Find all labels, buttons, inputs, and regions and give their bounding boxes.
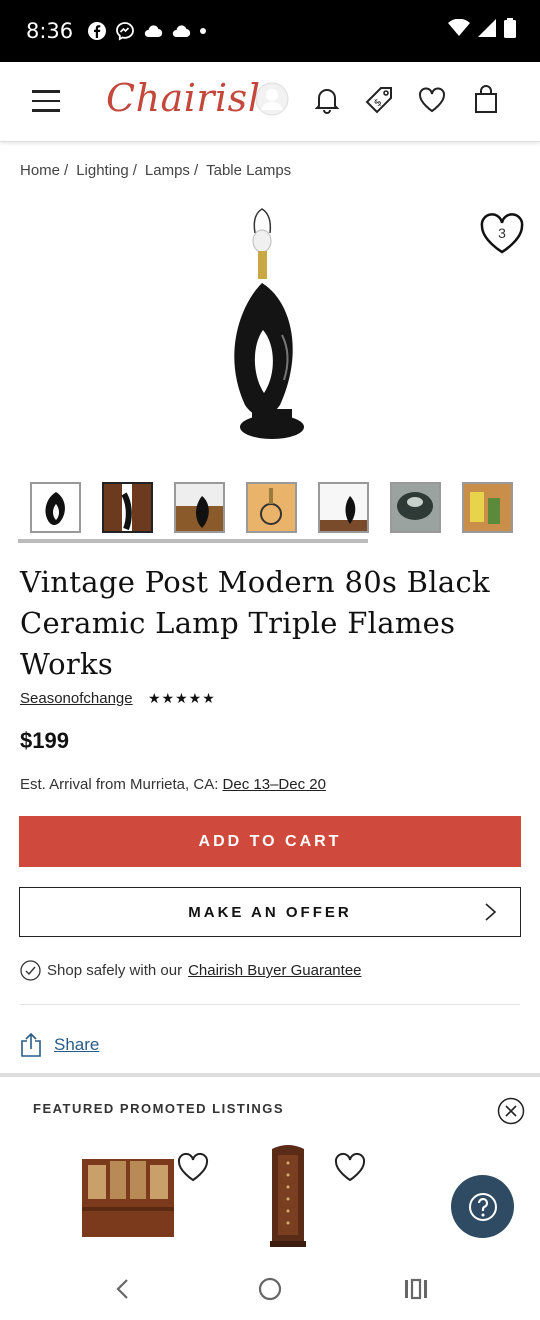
- cloud-icon: [172, 25, 191, 38]
- dot-icon: [200, 28, 207, 34]
- promoted-listings-panel: FEATURED PROMOTED LISTINGS: [0, 1073, 540, 1263]
- favorite-count: 3: [498, 225, 506, 241]
- promoted-listings-title: FEATURED PROMOTED LISTINGS: [33, 1101, 285, 1116]
- product-main-image[interactable]: [200, 205, 345, 450]
- checkmark-circle-icon: [20, 960, 41, 981]
- make-offer-button[interactable]: MAKE AN OFFER: [19, 887, 521, 937]
- product-price: $199: [20, 728, 69, 753]
- arrival-prefix: Est. Arrival from Murrieta, CA:: [20, 776, 219, 793]
- thumbnail[interactable]: [390, 482, 441, 533]
- wifi-icon: [448, 19, 470, 36]
- system-navigation-bar: [0, 1258, 540, 1320]
- share-label: Share: [54, 1035, 100, 1054]
- system-status-icons: [448, 18, 516, 38]
- share-button[interactable]: Share: [20, 1032, 99, 1058]
- chairish-logo[interactable]: Chairish: [106, 76, 273, 120]
- thumbnail-strip: [30, 482, 513, 533]
- shopping-bag-icon[interactable]: [470, 84, 502, 116]
- question-mark-icon: [468, 1192, 497, 1221]
- site-header: Chairish $: [0, 62, 540, 142]
- messenger-icon: [116, 22, 135, 41]
- promoted-item-jewelry-armoire-image[interactable]: [264, 1141, 312, 1251]
- share-icon: [21, 1032, 41, 1057]
- product-title: Vintage Post Modern 80s Black Ceramic La…: [20, 565, 490, 681]
- seller-link[interactable]: Seasonofchange: [20, 690, 133, 707]
- make-offer-label: MAKE AN OFFER: [188, 903, 352, 921]
- breadcrumb-lighting[interactable]: Lighting: [76, 162, 129, 179]
- seller-rating: ★★★★★: [148, 690, 216, 706]
- thumbnail[interactable]: [246, 482, 297, 533]
- signal-icon: [478, 19, 496, 37]
- promoted-item-cabinet-image[interactable]: [78, 1151, 178, 1239]
- close-icon[interactable]: [497, 1097, 525, 1125]
- battery-icon: [504, 18, 516, 38]
- arrival-date[interactable]: Dec 13–Dec 20: [223, 776, 326, 793]
- heart-icon[interactable]: [416, 84, 448, 116]
- buyer-guarantee-link[interactable]: Chairish Buyer Guarantee: [188, 962, 361, 979]
- help-button[interactable]: [451, 1175, 514, 1238]
- status-time: 8:36: [26, 19, 74, 43]
- notification-icons: [87, 21, 207, 41]
- divider: [20, 1004, 520, 1005]
- breadcrumb-table-lamps[interactable]: Table Lamps: [206, 162, 291, 179]
- buyer-guarantee: Shop safely with our Chairish Buyer Guar…: [20, 960, 362, 981]
- avatar-icon[interactable]: [255, 82, 289, 116]
- facebook-icon: [88, 22, 107, 40]
- status-bar: 8:36: [0, 0, 540, 62]
- breadcrumb-lamps[interactable]: Lamps: [145, 162, 190, 179]
- thumbnail[interactable]: [318, 482, 369, 533]
- thumbnail[interactable]: [102, 482, 153, 533]
- home-icon[interactable]: [257, 1276, 283, 1302]
- back-icon[interactable]: [110, 1276, 136, 1302]
- promoted-item-heart-icon[interactable]: [333, 1151, 367, 1183]
- breadcrumb: Home / Lighting / Lamps / Table Lamps: [20, 162, 292, 179]
- estimated-arrival: Est. Arrival from Murrieta, CA: Dec 13–D…: [20, 776, 326, 793]
- promoted-item-heart-icon[interactable]: [176, 1151, 210, 1183]
- guarantee-prefix: Shop safely with our: [47, 962, 183, 979]
- thumbnail-scrollbar[interactable]: [18, 539, 368, 543]
- thumbnail[interactable]: [174, 482, 225, 533]
- menu-icon[interactable]: [32, 90, 60, 112]
- thumbnail[interactable]: [462, 482, 513, 533]
- price-tag-icon[interactable]: $: [363, 84, 395, 116]
- recent-apps-icon[interactable]: [403, 1276, 429, 1302]
- chevron-right-icon: [485, 903, 497, 921]
- breadcrumb-home[interactable]: Home: [20, 162, 60, 179]
- bell-icon[interactable]: [311, 84, 343, 116]
- cloud-icon: [144, 25, 163, 38]
- thumbnail[interactable]: [30, 482, 81, 533]
- add-to-cart-button[interactable]: ADD TO CART: [19, 816, 521, 867]
